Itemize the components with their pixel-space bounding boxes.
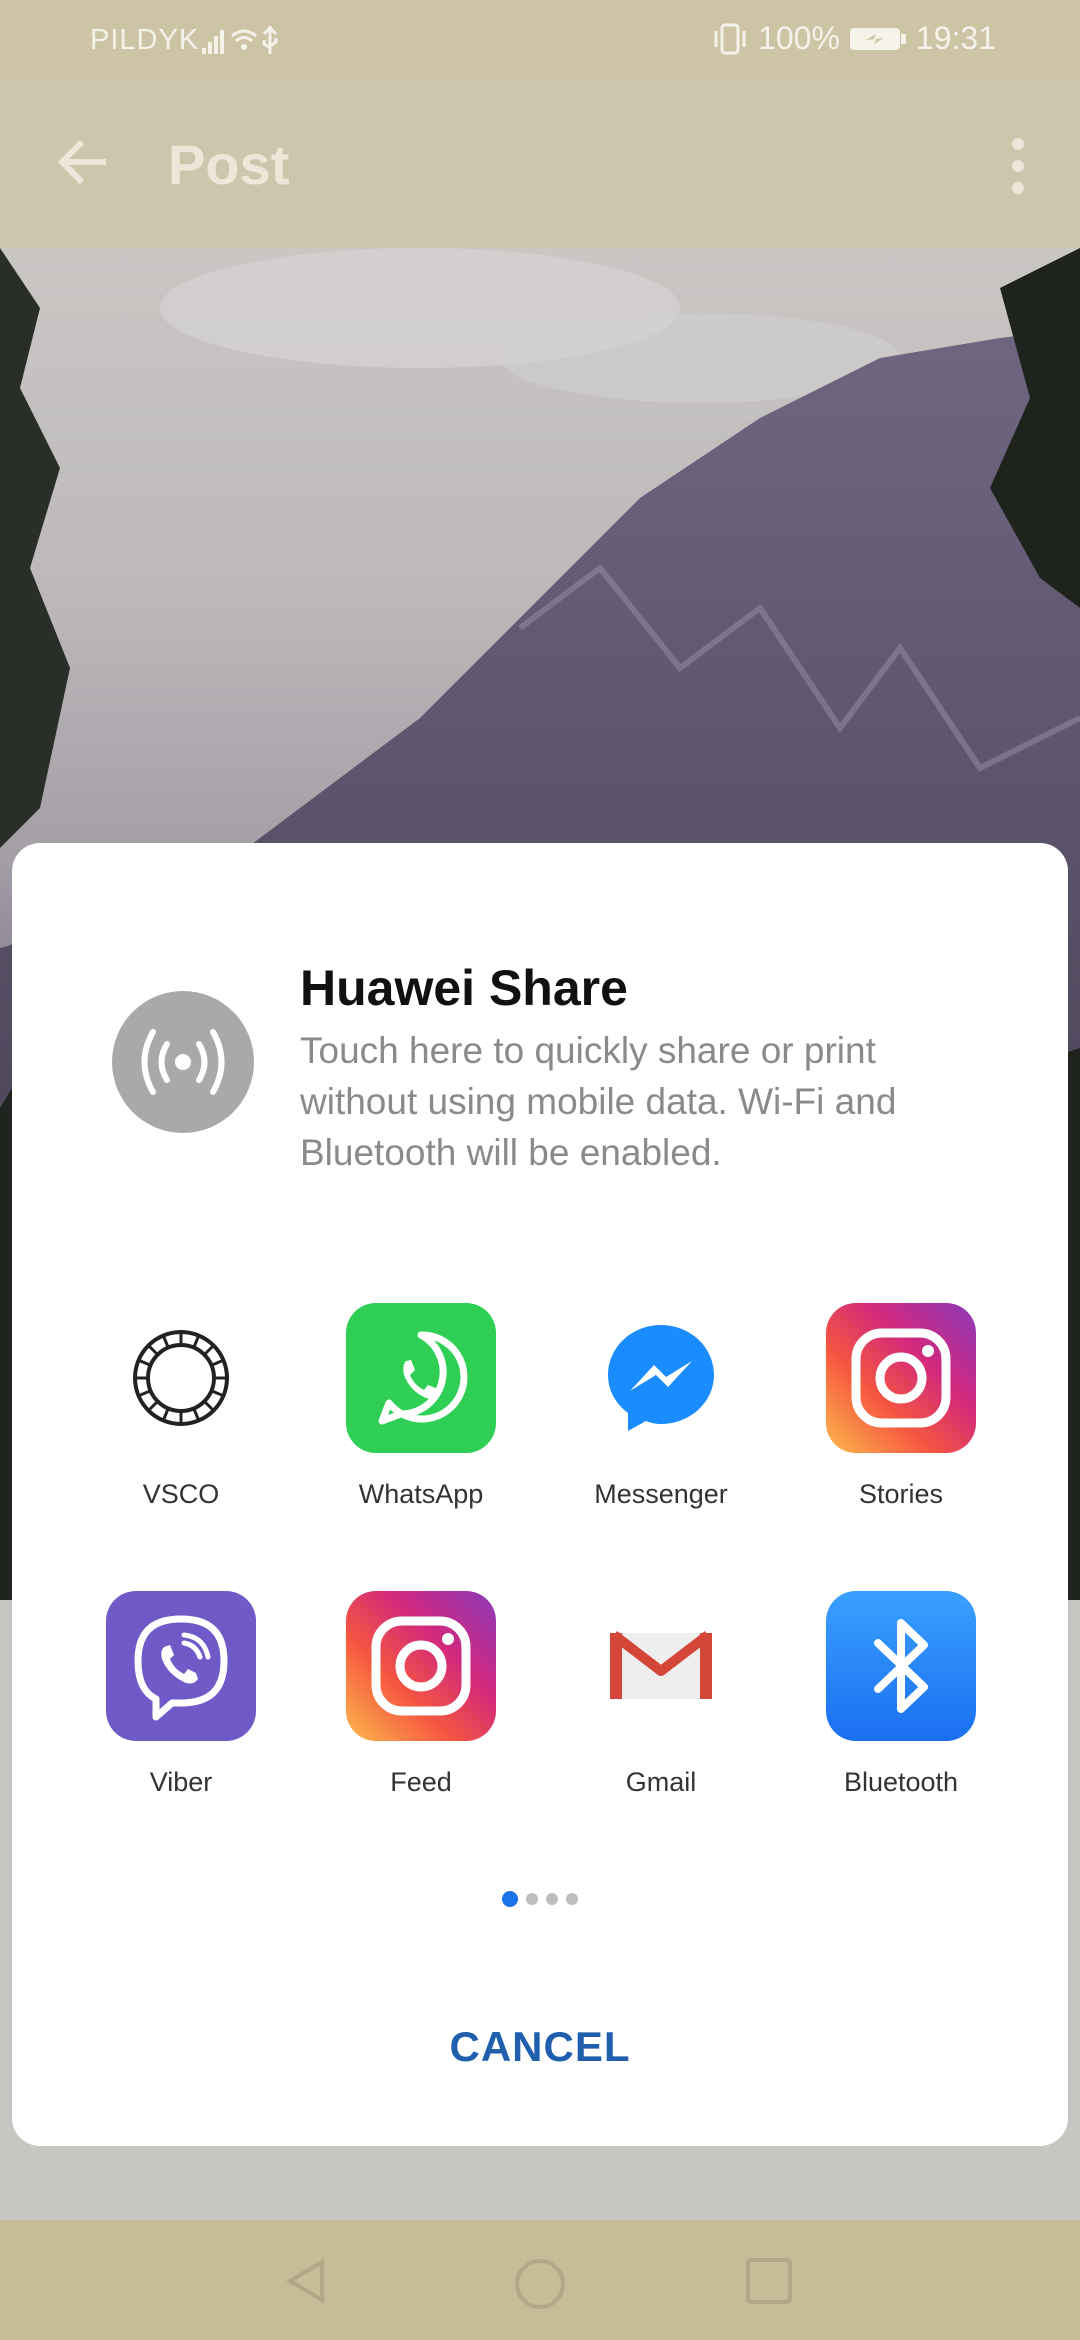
huawei-share-description[interactable]: Touch here to quickly share or print wit… [300, 1025, 1000, 1178]
signal-wifi-usb-icons [202, 25, 278, 54]
share-target-viber[interactable]: Viber [71, 1591, 291, 1798]
bluetooth-icon [826, 1591, 976, 1741]
huawei-share-button[interactable] [112, 991, 254, 1133]
app-label: Bluetooth [843, 1767, 959, 1797]
app-label: Messenger [594, 1479, 728, 1509]
share-target-gmail[interactable]: Gmail [551, 1591, 771, 1798]
instagram-icon [346, 1591, 496, 1741]
page-dot [566, 1893, 578, 1905]
app-label: Viber [149, 1767, 213, 1797]
whatsapp-icon [346, 1303, 496, 1453]
status-right: 100% 19:31 [710, 20, 996, 57]
gmail-icon [586, 1591, 736, 1741]
wireless-broadcast-icon [141, 1029, 225, 1095]
app-label: VSCO [142, 1479, 220, 1509]
page-dot [526, 1893, 538, 1905]
viber-icon [106, 1591, 256, 1741]
app-bar: Post [0, 80, 1080, 248]
share-sheet: Huawei Share Touch here to quickly share… [12, 843, 1068, 2146]
battery-percent: 100% [758, 20, 840, 56]
share-target-messenger[interactable]: Messenger [551, 1303, 771, 1510]
share-target-vsco[interactable]: VSCO [71, 1303, 291, 1510]
back-arrow-icon[interactable] [56, 134, 112, 190]
vibrate-icon [714, 23, 746, 54]
share-target-stories[interactable]: Stories [791, 1303, 1011, 1510]
page-indicator [12, 1891, 1068, 1907]
nav-home-icon[interactable] [512, 2256, 568, 2312]
share-target-feed[interactable]: Feed [311, 1591, 531, 1798]
instagram-icon [826, 1303, 976, 1453]
share-target-whatsapp[interactable]: WhatsApp [311, 1303, 531, 1510]
navigation-bar [0, 2220, 1080, 2340]
page-dot [546, 1893, 558, 1905]
battery-icon [849, 27, 906, 50]
clock: 19:31 [915, 20, 996, 56]
app-label: Feed [390, 1767, 452, 1797]
status-bar: PILDYK 100% 19:31 [0, 0, 1080, 80]
app-label: Stories [858, 1479, 944, 1509]
page-title: Post [168, 133, 290, 196]
more-options-icon[interactable] [1008, 136, 1028, 196]
app-label: Gmail [625, 1767, 697, 1797]
share-target-bluetooth[interactable]: Bluetooth [791, 1591, 1011, 1798]
nav-recents-icon[interactable] [744, 2256, 794, 2306]
vsco-icon [106, 1303, 256, 1453]
app-label: WhatsApp [358, 1479, 484, 1509]
huawei-share-title[interactable]: Huawei Share [300, 959, 628, 1017]
cancel-button[interactable]: CANCEL [12, 2023, 1068, 2071]
nav-back-icon[interactable] [282, 2256, 332, 2306]
page-dot-active [502, 1891, 518, 1907]
messenger-icon [586, 1303, 736, 1453]
carrier-name: PILDYK [90, 24, 200, 56]
